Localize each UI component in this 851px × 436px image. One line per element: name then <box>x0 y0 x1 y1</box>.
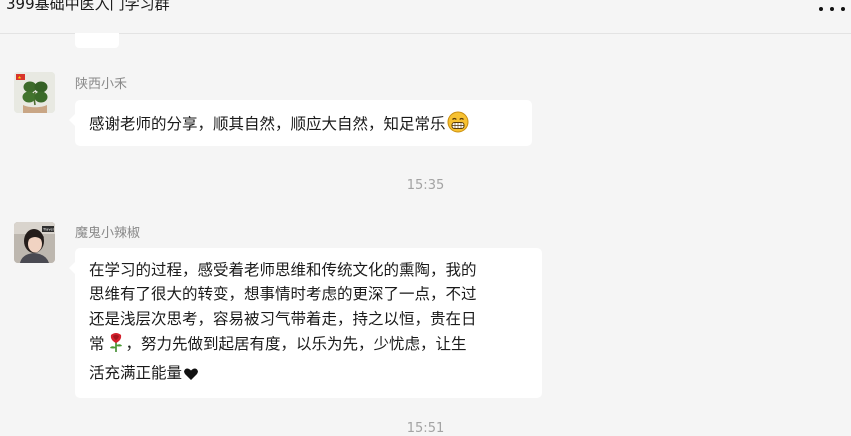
grinning-face-icon <box>447 111 469 140</box>
message-text: 活充满正能量 <box>89 363 183 382</box>
message-text: ，努力先做到起居有度，以乐为先，少忧虑，让生 <box>125 335 467 354</box>
black-heart-icon <box>183 365 199 389</box>
chat-header: 399基础中医入门学习群 <box>0 0 851 34</box>
chat-title: 399基础中医入门学习群 <box>6 0 170 13</box>
dot <box>830 7 834 11</box>
dot <box>841 7 845 11</box>
person-avatar-icon[interactable]: Travel <box>14 222 55 263</box>
dot <box>819 7 823 11</box>
sender-name: 陕西小禾 <box>75 77 128 92</box>
message-line: 思维有了很大的转变，想事情时考虑的更深了一点，不过 <box>89 285 477 304</box>
message-bubble[interactable]: 感谢老师的分享，顺其自然，顺应大自然，知足常乐 <box>69 100 532 146</box>
message-line: 常 ，努力先做到起居有度，以乐为先，少忧虑，让生 <box>89 331 528 360</box>
message-line: 还是浅层次思考，容易被习气带着走，持之以恒，贵在日 <box>89 309 477 328</box>
message-line: 在学习的过程，感受着老师思维和传统文化的熏陶，我的 <box>89 261 477 279</box>
leaf-avatar-icon[interactable]: ★ <box>14 72 55 113</box>
svg-text:★: ★ <box>18 75 22 81</box>
message-text: 感谢老师的分享，顺其自然，顺应大自然，知足常乐 <box>89 115 446 133</box>
sender-name: 魔鬼小辣椒 <box>75 226 141 241</box>
message-text: 常 <box>89 335 105 354</box>
rose-icon <box>106 331 126 360</box>
message-bubble[interactable]: 在学习的过程，感受着老师思维和传统文化的熏陶，我的 思维有了很大的转变，想事情时… <box>69 248 542 399</box>
svg-text:Travel: Travel <box>42 228 54 232</box>
more-dots-icon[interactable] <box>819 0 845 18</box>
previous-message-bubble[interactable] <box>75 33 119 48</box>
message-line: 活充满正能量 <box>89 361 528 389</box>
timestamp: 15:35 <box>406 178 445 193</box>
